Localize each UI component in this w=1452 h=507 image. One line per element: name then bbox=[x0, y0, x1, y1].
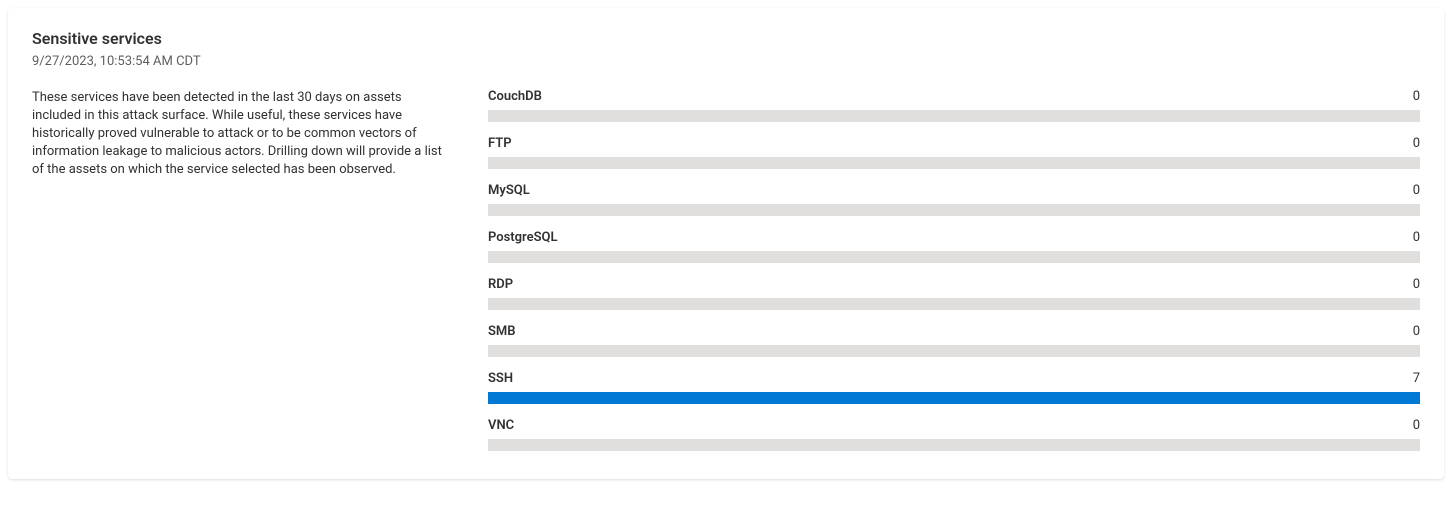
bar-track[interactable] bbox=[488, 157, 1420, 169]
bar-value: 0 bbox=[1413, 277, 1420, 292]
bar-fill bbox=[488, 392, 1420, 404]
bar-track[interactable] bbox=[488, 204, 1420, 216]
description-column: These services have been detected in the… bbox=[32, 89, 452, 451]
bar-label: CouchDB bbox=[488, 89, 542, 104]
bar-label: FTP bbox=[488, 136, 512, 151]
bar-value: 0 bbox=[1413, 136, 1420, 151]
bar-value: 0 bbox=[1413, 418, 1420, 433]
bar-label: SSH bbox=[488, 371, 513, 386]
bar-label: PostgreSQL bbox=[488, 230, 558, 245]
bar-label-line: RDP 0 bbox=[488, 277, 1420, 292]
bar-track[interactable] bbox=[488, 251, 1420, 263]
bar-row[interactable]: RDP 0 bbox=[488, 277, 1420, 310]
card-title: Sensitive services bbox=[32, 28, 1420, 50]
bar-row[interactable]: CouchDB 0 bbox=[488, 89, 1420, 122]
bar-track[interactable] bbox=[488, 298, 1420, 310]
bar-value: 0 bbox=[1413, 230, 1420, 245]
bar-value: 0 bbox=[1413, 324, 1420, 339]
bar-row[interactable]: SSH 7 bbox=[488, 371, 1420, 404]
card-content: These services have been detected in the… bbox=[32, 89, 1420, 451]
bar-row[interactable]: VNC 0 bbox=[488, 418, 1420, 451]
bar-label: SMB bbox=[488, 324, 516, 339]
bar-row[interactable]: FTP 0 bbox=[488, 136, 1420, 169]
bar-label-line: PostgreSQL 0 bbox=[488, 230, 1420, 245]
bar-label: VNC bbox=[488, 418, 514, 433]
bar-track[interactable] bbox=[488, 345, 1420, 357]
bar-value: 0 bbox=[1413, 89, 1420, 104]
bar-label-line: MySQL 0 bbox=[488, 183, 1420, 198]
bar-label-line: SSH 7 bbox=[488, 371, 1420, 386]
bar-label-line: SMB 0 bbox=[488, 324, 1420, 339]
bar-row[interactable]: PostgreSQL 0 bbox=[488, 230, 1420, 263]
bar-track[interactable] bbox=[488, 110, 1420, 122]
bar-track[interactable] bbox=[488, 392, 1420, 404]
sensitive-services-card: Sensitive services 9/27/2023, 10:53:54 A… bbox=[8, 8, 1444, 479]
bar-label: RDP bbox=[488, 277, 513, 292]
bar-label-line: FTP 0 bbox=[488, 136, 1420, 151]
bar-label: MySQL bbox=[488, 183, 530, 198]
card-timestamp: 9/27/2023, 10:53:54 AM CDT bbox=[32, 54, 1420, 69]
bar-label-line: CouchDB 0 bbox=[488, 89, 1420, 104]
bar-row[interactable]: SMB 0 bbox=[488, 324, 1420, 357]
bar-value: 7 bbox=[1413, 371, 1420, 386]
bars-column: CouchDB 0 FTP 0 MySQL 0 PostgreSQL 0 RDP 0 SMB 0 SSH… bbox=[488, 89, 1420, 451]
description-text: These services have been detected in the… bbox=[32, 89, 452, 179]
bar-label-line: VNC 0 bbox=[488, 418, 1420, 433]
bar-value: 0 bbox=[1413, 183, 1420, 198]
bar-row[interactable]: MySQL 0 bbox=[488, 183, 1420, 216]
bar-track[interactable] bbox=[488, 439, 1420, 451]
card-header: Sensitive services 9/27/2023, 10:53:54 A… bbox=[32, 28, 1420, 69]
